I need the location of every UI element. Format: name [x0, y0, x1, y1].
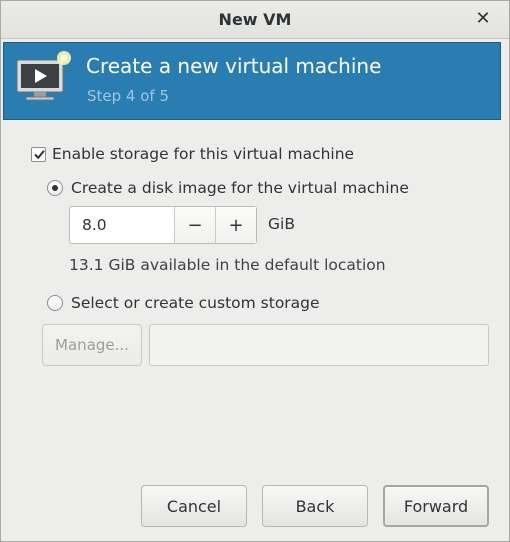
checkmark-icon: [34, 149, 45, 159]
close-icon[interactable]: ✕: [469, 5, 497, 33]
custom-storage-label: Select or create custom storage: [71, 294, 320, 312]
custom-storage-radio[interactable]: [47, 295, 63, 311]
disk-image-label: Create a disk image for the virtual mach…: [71, 179, 409, 197]
size-unit-label: GiB: [268, 215, 295, 233]
window-title: New VM: [218, 10, 292, 29]
wizard-header: Create a new virtual machine Step 4 of 5: [3, 42, 501, 120]
custom-storage-path-field[interactable]: [149, 324, 489, 366]
available-space-label: 13.1 GiB available in the default locati…: [69, 256, 386, 274]
increase-size-button[interactable]: +: [215, 207, 256, 243]
vm-monitor-icon: [14, 50, 78, 110]
manage-button[interactable]: Manage...: [42, 324, 142, 366]
forward-button[interactable]: Forward: [383, 485, 489, 527]
back-button[interactable]: Back: [262, 485, 368, 527]
custom-storage-option[interactable]: Select or create custom storage: [47, 294, 320, 312]
disk-size-spinbutton: − +: [69, 206, 257, 244]
new-vm-dialog: New VM ✕ Create a new virtual machine St…: [0, 0, 510, 542]
title-bar: New VM ✕: [1, 1, 509, 39]
disk-size-input[interactable]: [70, 207, 174, 243]
enable-storage-row[interactable]: Enable storage for this virtual machine: [31, 145, 354, 163]
decrease-size-button[interactable]: −: [174, 207, 215, 243]
header-step: Step 4 of 5: [87, 87, 170, 105]
disk-image-option[interactable]: Create a disk image for the virtual mach…: [47, 179, 409, 197]
disk-image-radio[interactable]: [47, 180, 63, 196]
enable-storage-checkbox[interactable]: [31, 146, 46, 162]
cancel-button[interactable]: Cancel: [141, 485, 247, 527]
header-title: Create a new virtual machine: [86, 54, 382, 78]
enable-storage-label: Enable storage for this virtual machine: [52, 145, 355, 163]
